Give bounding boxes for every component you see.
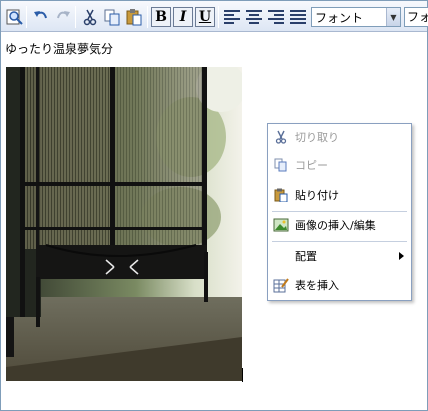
toolbar-separator xyxy=(75,6,76,28)
menu-item-copy[interactable]: コピー xyxy=(268,154,411,176)
table-icon xyxy=(268,277,294,293)
font-size-value: フォ xyxy=(407,10,428,24)
menu-item-cut[interactable]: 切り取り xyxy=(268,126,411,148)
italic-button[interactable]: I xyxy=(172,6,194,28)
context-menu: 切り取り コピー 貼り付け 画像の挿入/編集 配置 表を挿入 xyxy=(267,123,412,301)
menu-separator xyxy=(272,211,407,212)
image-icon xyxy=(268,218,294,232)
menu-item-label: 配置 xyxy=(295,250,317,263)
menu-item-insert-table[interactable]: 表を挿入 xyxy=(268,274,411,296)
toolbar: B I U フォント ▼ フォ xyxy=(1,1,428,32)
submenu-arrow-icon xyxy=(399,252,404,260)
menu-item-insert-image[interactable]: 画像の挿入/編集 xyxy=(268,214,411,236)
toolbar-separator xyxy=(147,6,148,28)
menu-item-align[interactable]: 配置 xyxy=(268,245,411,267)
font-size-select[interactable]: フォ xyxy=(404,7,428,27)
align-justify-icon[interactable] xyxy=(287,6,309,28)
underline-label: U xyxy=(195,7,215,27)
font-family-select[interactable]: フォント ▼ xyxy=(311,7,401,27)
editor-frame: B I U フォント ▼ フォ ゆったり温泉夢気分 xyxy=(0,0,428,411)
menu-item-label: 貼り付け xyxy=(295,189,339,202)
chevron-down-icon[interactable]: ▼ xyxy=(386,8,400,26)
bold-label: B xyxy=(151,7,171,27)
copy-icon xyxy=(268,158,294,172)
zoom-icon[interactable] xyxy=(4,6,26,28)
font-family-value: フォント xyxy=(315,10,364,25)
menu-separator xyxy=(272,241,407,242)
toolbar-separator xyxy=(26,6,27,28)
cut-icon[interactable] xyxy=(79,6,101,28)
align-left-icon[interactable] xyxy=(221,6,243,28)
italic-label: I xyxy=(173,7,193,27)
scissors-icon xyxy=(268,130,294,144)
align-center-icon[interactable] xyxy=(243,6,265,28)
toolbar-separator xyxy=(218,6,219,28)
copy-icon[interactable] xyxy=(101,6,123,28)
underline-button[interactable]: U xyxy=(194,6,216,28)
text-caret xyxy=(242,368,243,382)
onsen-photo[interactable] xyxy=(6,67,242,381)
menu-item-label: コピー xyxy=(295,159,328,172)
menu-item-paste[interactable]: 貼り付け xyxy=(268,184,411,206)
bold-button[interactable]: B xyxy=(150,6,172,28)
align-right-icon[interactable] xyxy=(265,6,287,28)
menu-item-label: 画像の挿入/編集 xyxy=(295,219,376,232)
paste-icon[interactable] xyxy=(123,6,145,28)
paste-icon xyxy=(268,188,294,202)
redo-icon[interactable] xyxy=(52,6,74,28)
menu-item-label: 表を挿入 xyxy=(295,279,339,292)
menu-item-label: 切り取り xyxy=(295,131,339,144)
undo-icon[interactable] xyxy=(30,6,52,28)
document-text[interactable]: ゆったり温泉夢気分 xyxy=(5,40,113,57)
